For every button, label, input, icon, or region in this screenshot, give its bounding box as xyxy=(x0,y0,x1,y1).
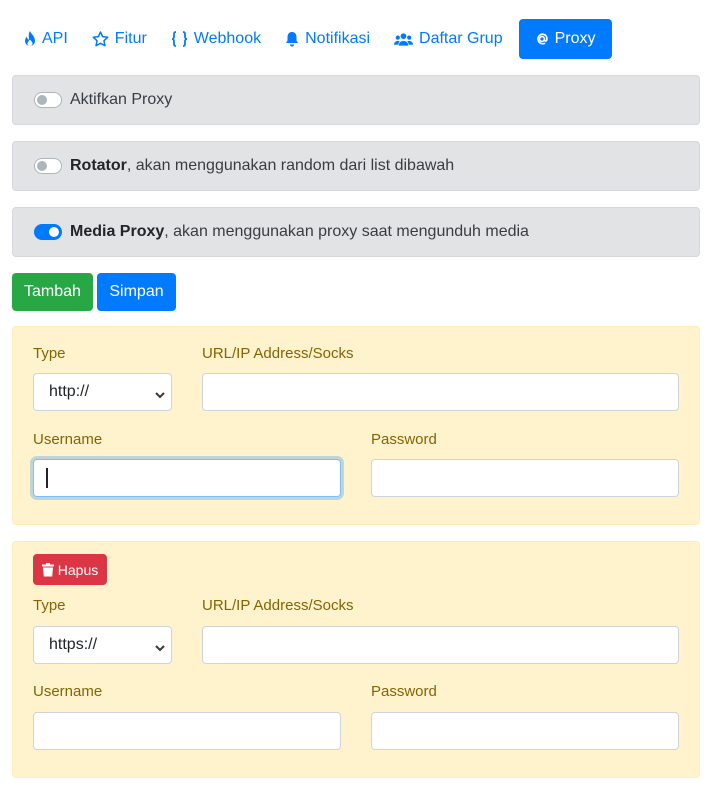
type-select-value: https:// xyxy=(49,636,98,653)
password-input[interactable] xyxy=(371,459,679,497)
tab-notifikasi[interactable]: Notifikasi xyxy=(273,19,382,59)
media-proxy-switch[interactable] xyxy=(34,224,62,240)
nav-tabs: API Fitur Webhook Notifikasi Daftar Grup… xyxy=(12,19,612,59)
tab-proxy-label: Proxy xyxy=(554,30,596,47)
tab-fitur-label: Fitur xyxy=(114,30,147,47)
fire-icon xyxy=(24,31,36,47)
enable-proxy-switch[interactable] xyxy=(34,92,62,108)
type-select[interactable]: https:// xyxy=(33,626,172,664)
username-input[interactable] xyxy=(33,712,341,750)
tab-proxy[interactable]: Proxy xyxy=(518,19,612,59)
at-icon xyxy=(535,32,549,46)
users-icon xyxy=(394,32,414,47)
username-label: Username xyxy=(33,431,103,448)
proxy-card: Type http:// URL/IP Address/Socks Userna… xyxy=(12,326,700,525)
url-label: URL/IP Address/Socks xyxy=(202,345,354,362)
enable-proxy-label: Aktifkan Proxy xyxy=(70,91,173,108)
url-input[interactable] xyxy=(202,373,679,411)
password-input[interactable] xyxy=(371,712,679,750)
media-proxy-label-bold: Media Proxy xyxy=(70,223,165,240)
chevron-down-icon xyxy=(155,639,165,657)
password-label: Password xyxy=(371,683,437,700)
password-label: Password xyxy=(371,431,437,448)
bell-icon xyxy=(285,31,299,47)
tab-webhook[interactable]: Webhook xyxy=(159,19,273,59)
tab-webhook-label: Webhook xyxy=(193,30,262,47)
braces-icon xyxy=(171,31,188,47)
url-input[interactable] xyxy=(202,626,679,664)
tab-api-label: API xyxy=(42,30,68,47)
tab-notifikasi-label: Notifikasi xyxy=(305,30,371,47)
tab-daftar-grup[interactable]: Daftar Grup xyxy=(382,19,515,59)
username-input[interactable] xyxy=(33,459,341,497)
type-select[interactable]: http:// xyxy=(33,373,172,411)
tab-fitur[interactable]: Fitur xyxy=(80,19,159,59)
url-label: URL/IP Address/Socks xyxy=(202,597,354,614)
star-icon xyxy=(92,31,109,47)
rotator-switch[interactable] xyxy=(34,158,62,174)
toggle-row-rotator: Rotator, akan menggunakan random dari li… xyxy=(12,141,700,191)
type-select-value: http:// xyxy=(49,383,90,400)
media-proxy-label: , akan menggunakan proxy saat mengunduh … xyxy=(164,223,529,240)
toggle-row-media-proxy: Media Proxy, akan menggunakan proxy saat… xyxy=(12,207,700,257)
username-label: Username xyxy=(33,683,103,700)
chevron-down-icon xyxy=(155,386,165,404)
rotator-label: , akan menggunakan random dari list diba… xyxy=(126,157,455,174)
save-button[interactable]: Simpan xyxy=(97,273,176,311)
delete-button-label: Hapus xyxy=(57,561,99,578)
tab-daftar-grup-label: Daftar Grup xyxy=(419,30,503,47)
type-label: Type xyxy=(33,597,66,614)
trash-icon xyxy=(41,562,54,577)
delete-button[interactable]: Hapus xyxy=(33,554,107,585)
toggle-row-enable-proxy: Aktifkan Proxy xyxy=(12,75,700,125)
rotator-label-bold: Rotator xyxy=(70,157,127,174)
type-label: Type xyxy=(33,345,66,362)
add-button[interactable]: Tambah xyxy=(12,273,93,311)
proxy-card: Hapus Type https:// URL/IP Address/Socks… xyxy=(12,541,700,778)
tab-api[interactable]: API xyxy=(12,19,80,59)
